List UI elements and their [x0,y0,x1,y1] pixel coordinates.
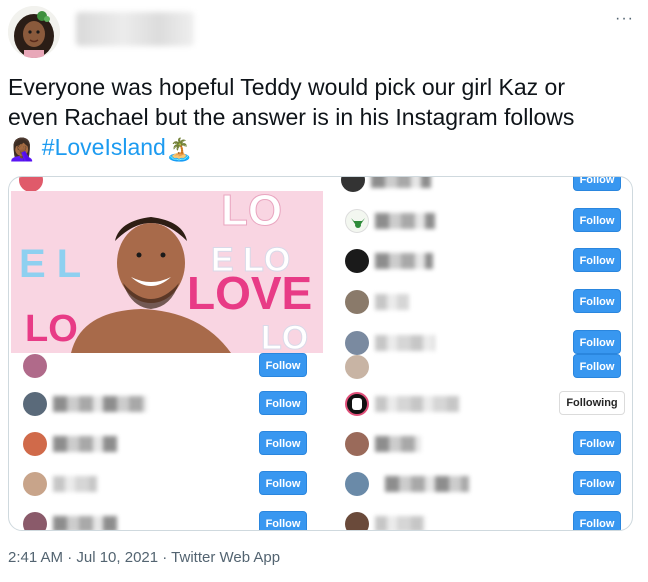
list-item: Follow [9,467,632,501]
list-item: Follow [9,507,632,530]
username-blurred [375,213,435,229]
avatar [345,290,369,314]
tweet-timestamp[interactable]: 2:41 AM · Jul 10, 2021 · Twitter Web App [8,549,280,566]
hashtag-link[interactable]: #LoveIsland [42,134,166,160]
avatar [23,432,47,456]
avatar [341,177,365,192]
tweet-media[interactable]: Follow LO E L LO LOVE E LO LO Follow Fol… [8,176,633,531]
username-blurred [53,476,97,492]
list-item: Follow [9,244,632,278]
username-blurred [53,516,117,530]
tweet-text-line1: Everyone was hopeful Teddy would pick ou… [8,74,565,100]
username-blurred [375,253,433,269]
username-blurred [53,396,147,412]
list-item: Follow [9,349,632,383]
follow-button[interactable]: Follow [573,248,621,272]
author-avatar[interactable] [8,6,60,58]
follow-button[interactable]: Follow [259,431,307,455]
avatar [345,209,369,233]
username-blurred [53,436,117,452]
list-item: Follow [9,285,632,319]
tweet-text-line2: even Rachael but the answer is in his In… [8,104,575,130]
avatar [23,354,47,378]
avatar [345,249,369,273]
follow-button[interactable]: Follow [259,391,307,415]
avatar [23,512,47,530]
follow-button[interactable]: Follow [259,511,307,530]
username-blurred [371,177,431,188]
follow-button[interactable]: Follow [259,471,307,495]
list-item: Follow [9,387,632,421]
follow-button[interactable]: Follow [573,208,621,232]
avatar [23,472,47,496]
tweet-text-line3: 🤦🏾‍♀️ #LoveIsland🏝️ [8,132,640,165]
tweet-text: Everyone was hopeful Teddy would pick ou… [8,72,640,165]
facepalm-emoji-icon: 🤦🏾‍♀️ [8,137,36,162]
follow-button[interactable]: Follow [259,353,307,377]
avatar [23,392,47,416]
avatar-illustration [8,6,60,58]
bull-logo-icon [351,218,365,228]
author-name-blurred [76,12,194,46]
list-item: Follow [9,204,632,238]
avatar [19,177,43,192]
island-emoji-icon: 🏝️ [165,137,194,162]
list-item: Follow [9,427,632,461]
more-options-icon[interactable]: ··· [615,10,634,28]
follow-button[interactable]: Follow [573,289,621,313]
username-blurred [375,294,409,310]
follow-button[interactable]: Follow [573,177,621,191]
